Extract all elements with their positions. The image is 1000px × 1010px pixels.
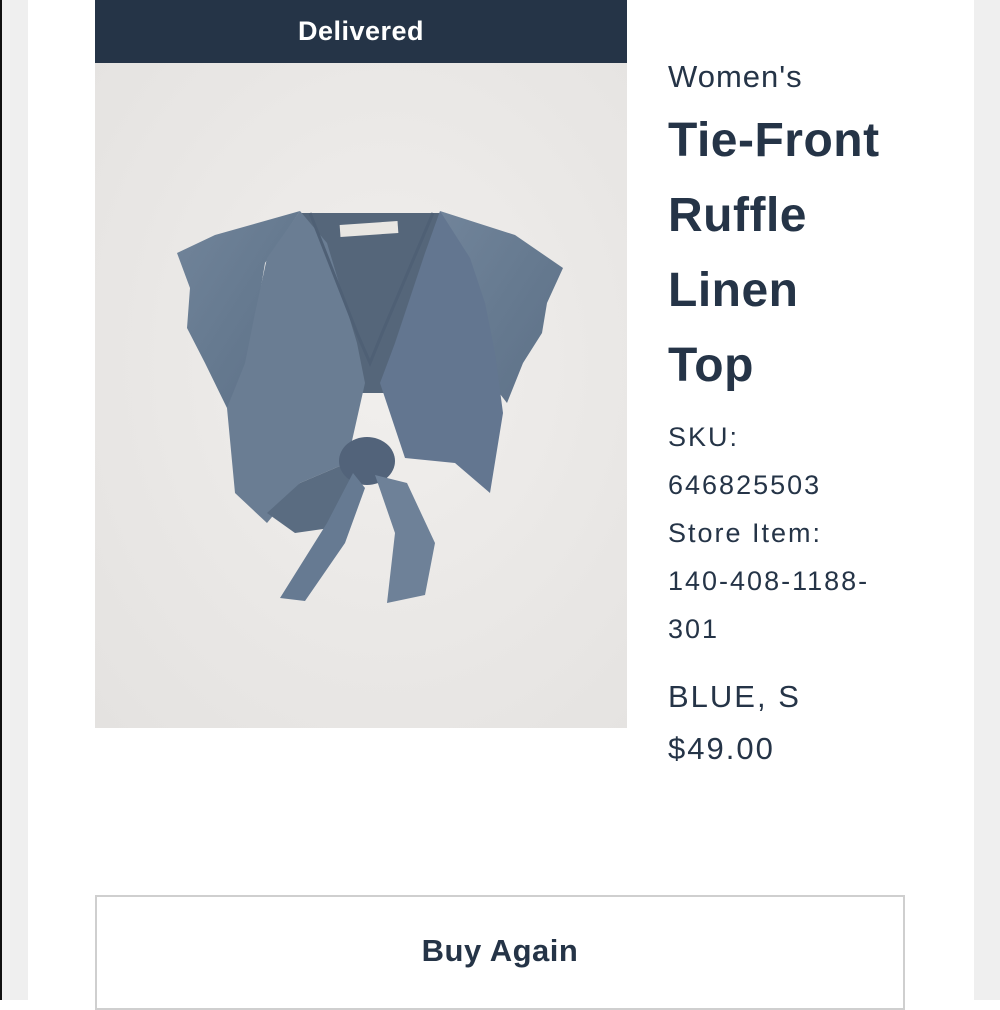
product-price: $49.00 bbox=[668, 731, 775, 766]
buy-again-label: Buy Again bbox=[421, 933, 579, 968]
delivery-status-banner: Delivered bbox=[95, 0, 627, 63]
product-title-line: Linen bbox=[668, 264, 799, 317]
screen-frame: Delivered Women's Tie-Front Ruffle Linen… bbox=[0, 0, 1000, 1010]
left-edge-divider bbox=[0, 0, 2, 1000]
store-item-label: Store Item: bbox=[668, 518, 823, 548]
product-details: Women's Tie-Front Ruffle Linen Top SKU: … bbox=[668, 55, 928, 775]
blue-linen-top-icon bbox=[177, 211, 563, 603]
product-title[interactable]: Tie-Front Ruffle Linen Top bbox=[668, 103, 928, 403]
sku-value: 646825503 bbox=[668, 470, 822, 500]
product-identifiers: SKU: 646825503 Store Item: 140-408-1188-… bbox=[668, 413, 928, 653]
product-variant-block: BLUE, S $49.00 bbox=[668, 671, 928, 775]
product-image[interactable] bbox=[95, 63, 627, 728]
product-variant: BLUE, S bbox=[668, 679, 801, 714]
delivery-status-label: Delivered bbox=[297, 16, 425, 46]
store-item-value-line: 301 bbox=[668, 614, 720, 644]
product-title-line: Ruffle bbox=[668, 189, 807, 242]
sku-label: SKU: bbox=[668, 422, 740, 452]
buy-again-button[interactable]: Buy Again bbox=[95, 895, 905, 1010]
store-item-value-line: 140-408-1188- bbox=[668, 566, 870, 596]
product-gender: Women's bbox=[668, 59, 803, 94]
product-title-line: Tie-Front bbox=[668, 114, 880, 167]
product-title-line: Top bbox=[668, 339, 754, 392]
